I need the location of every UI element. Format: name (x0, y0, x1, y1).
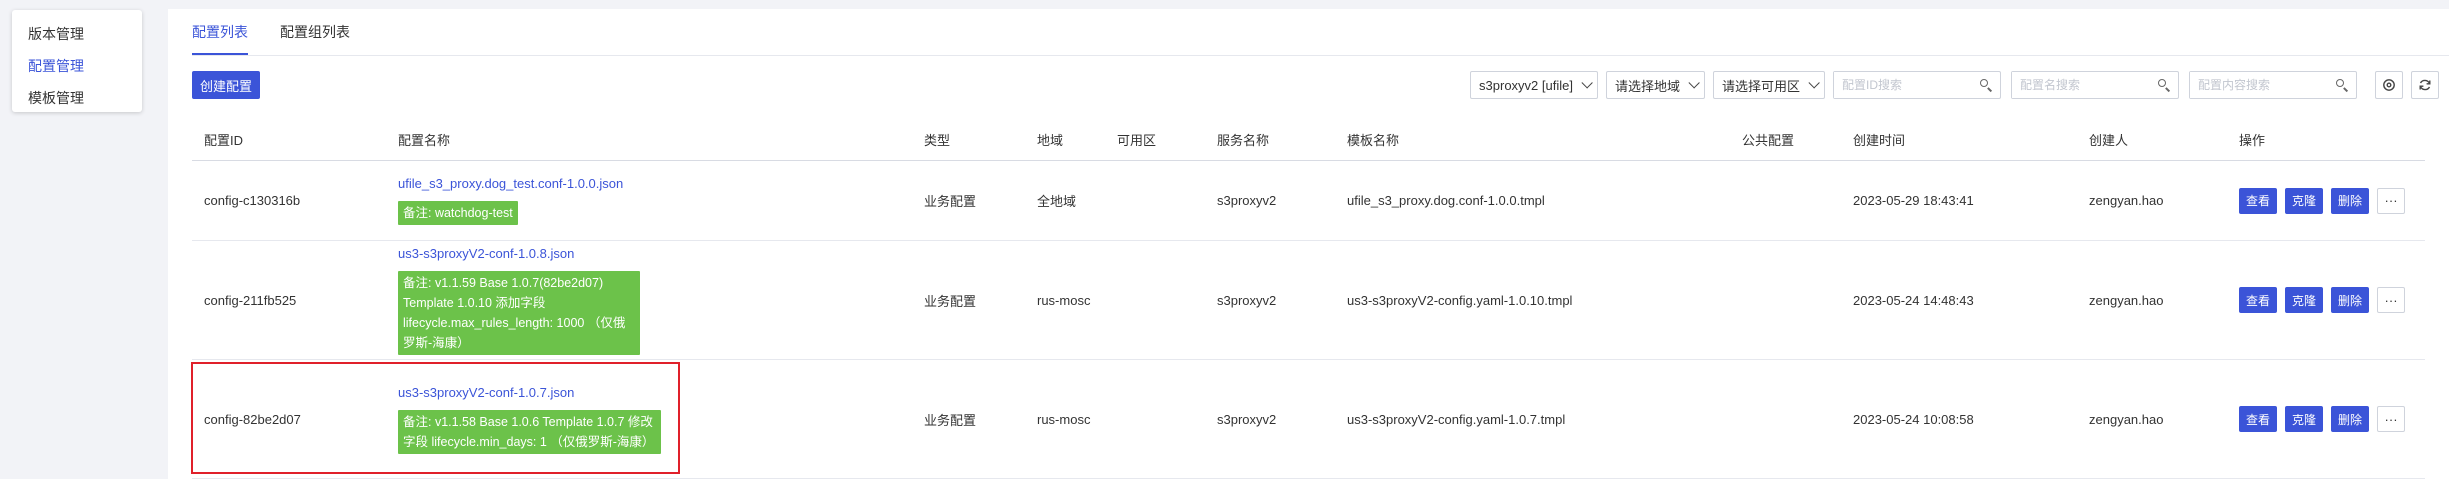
config-service: s3proxyv2 (1217, 411, 1277, 427)
header-zone: 可用区 (1117, 133, 1157, 148)
sidebar-item-version[interactable]: 版本管理 (12, 18, 142, 50)
table-row: config-c130316b ufile_s3_proxy.dog_test.… (192, 161, 2425, 241)
service-select-value: s3proxyv2 [ufile] (1479, 77, 1573, 93)
table-header-row: 配置ID 配置名称 类型 地域 可用区 服务名称 模板名称 公共配置 创建时间 … (192, 119, 2425, 161)
chevron-down-icon (1808, 77, 1820, 89)
zone-select[interactable]: 请选择可用区 (1712, 71, 1825, 99)
header-region: 地域 (1037, 133, 1064, 148)
config-name-cell: us3-s3proxyV2-conf-1.0.7.json 备注: v1.1.5… (398, 360, 661, 478)
refresh-button[interactable] (2411, 71, 2439, 99)
filter-bar: s3proxyv2 [ufile] 请选择地域 请选择可用区 (1470, 71, 2439, 99)
tab-config-group-list[interactable]: 配置组列表 (280, 9, 350, 55)
config-id-search (1833, 71, 2001, 99)
delete-button[interactable]: 删除 (2331, 406, 2370, 432)
row-actions: 查看 克隆 删除 ··· (2239, 161, 2406, 240)
remark-badge: 备注: watchdog-test (398, 201, 518, 225)
config-name-cell: us3-s3proxyV2-conf-1.0.8.json 备注: v1.1.5… (398, 241, 640, 359)
config-service: s3proxyv2 (1217, 292, 1277, 308)
config-template: us3-s3proxyV2-config.yaml-1.0.10.tmpl (1347, 292, 1573, 308)
config-name-link[interactable]: us3-s3proxyV2-conf-1.0.7.json (398, 385, 574, 400)
refresh-icon (2419, 79, 2431, 91)
header-ops: 操作 (2239, 133, 2266, 148)
header-public: 公共配置 (1742, 133, 1795, 148)
config-created: 2023-05-29 18:43:41 (1853, 193, 1974, 208)
header-service: 服务名称 (1217, 133, 1270, 148)
config-id: config-211fb525 (204, 292, 297, 308)
header-created: 创建时间 (1853, 133, 1906, 148)
config-id-search-input[interactable] (1834, 72, 1978, 98)
config-table: 配置ID 配置名称 类型 地域 可用区 服务名称 模板名称 公共配置 创建时间 … (192, 119, 2425, 479)
config-region: rus-mosc (1037, 292, 1091, 308)
view-button[interactable]: 查看 (2239, 287, 2278, 313)
main-panel: 配置列表 配置组列表 创建配置 s3proxyv2 [ufile] 请选择地域 … (168, 9, 2449, 479)
row-actions: 查看 克隆 删除 ··· (2239, 241, 2406, 359)
sidebar-item-config[interactable]: 配置管理 (12, 50, 142, 82)
remark-badge: 备注: v1.1.58 Base 1.0.6 Template 1.0.7 修改… (398, 409, 661, 454)
view-button[interactable]: 查看 (2239, 406, 2278, 432)
config-id: config-c130316b (204, 193, 301, 208)
config-template: us3-s3proxyV2-config.yaml-1.0.7.tmpl (1347, 411, 1566, 427)
config-type: 业务配置 (924, 293, 977, 309)
search-icon[interactable] (1978, 77, 1994, 93)
config-creator: zengyan.hao (2089, 292, 2164, 308)
config-template: ufile_s3_proxy.dog.conf-1.0.0.tmpl (1347, 193, 1545, 208)
sidebar-item-template[interactable]: 模板管理 (12, 82, 142, 114)
service-select[interactable]: s3proxyv2 [ufile] (1470, 71, 1598, 99)
header-config-id: 配置ID (204, 133, 244, 148)
create-config-button[interactable]: 创建配置 (192, 71, 261, 99)
app-root: 版本管理 配置管理 模板管理 配置列表 配置组列表 创建配置 s3proxyv2… (0, 0, 2449, 479)
config-creator: zengyan.hao (2089, 193, 2164, 208)
config-type: 业务配置 (924, 194, 977, 209)
delete-button[interactable]: 删除 (2331, 287, 2370, 313)
clone-button[interactable]: 克隆 (2285, 187, 2324, 214)
config-region: rus-mosc (1037, 411, 1091, 427)
region-select[interactable]: 请选择地域 (1605, 71, 1705, 99)
header-type: 类型 (924, 133, 951, 148)
config-id: config-82be2d07 (204, 411, 301, 427)
more-actions-button[interactable]: ··· (2377, 287, 2406, 313)
view-button[interactable]: 查看 (2239, 187, 2278, 214)
clone-button[interactable]: 克隆 (2285, 287, 2324, 313)
header-config-name: 配置名称 (398, 133, 451, 148)
config-content-search (2189, 71, 2357, 99)
config-name-cell: ufile_s3_proxy.dog_test.conf-1.0.0.json … (398, 161, 623, 240)
tab-config-list[interactable]: 配置列表 (192, 9, 248, 55)
config-service: s3proxyv2 (1217, 193, 1277, 208)
zone-select-value: 请选择可用区 (1721, 78, 1800, 94)
header-template: 模板名称 (1347, 133, 1400, 148)
config-content-search-input[interactable] (2190, 72, 2334, 98)
search-icon[interactable] (2156, 77, 2172, 93)
settings-icon (2383, 79, 2395, 91)
config-name-link[interactable]: us3-s3proxyV2-conf-1.0.8.json (398, 246, 574, 261)
tab-bar: 配置列表 配置组列表 (192, 9, 382, 55)
config-region: 全地域 (1037, 194, 1077, 209)
delete-button[interactable]: 删除 (2331, 187, 2370, 214)
config-created: 2023-05-24 10:08:58 (1853, 411, 1974, 427)
tab-divider (192, 55, 2449, 56)
settings-button[interactable] (2375, 71, 2403, 99)
config-type: 业务配置 (924, 412, 977, 428)
config-name-search (2011, 71, 2179, 99)
remark-badge: 备注: v1.1.59 Base 1.0.7(82be2d07) Templat… (398, 270, 640, 355)
config-created: 2023-05-24 14:48:43 (1853, 292, 1974, 308)
more-actions-button[interactable]: ··· (2377, 187, 2406, 214)
config-name-link[interactable]: ufile_s3_proxy.dog_test.conf-1.0.0.json (398, 176, 623, 191)
header-creator: 创建人 (2089, 133, 2129, 148)
config-name-search-input[interactable] (2012, 72, 2156, 98)
search-icon[interactable] (2334, 77, 2350, 93)
config-creator: zengyan.hao (2089, 411, 2164, 427)
chevron-down-icon (1581, 77, 1593, 89)
sidebar-menu: 版本管理 配置管理 模板管理 (12, 10, 142, 112)
table-row: config-211fb525 us3-s3proxyV2-conf-1.0.8… (192, 241, 2425, 360)
clone-button[interactable]: 克隆 (2285, 406, 2324, 432)
row-actions: 查看 克隆 删除 ··· (2239, 360, 2406, 478)
more-actions-button[interactable]: ··· (2377, 406, 2406, 432)
chevron-down-icon (1688, 77, 1700, 89)
table-row: config-82be2d07 us3-s3proxyV2-conf-1.0.7… (192, 360, 2425, 479)
region-select-value: 请选择地域 (1614, 78, 1680, 94)
